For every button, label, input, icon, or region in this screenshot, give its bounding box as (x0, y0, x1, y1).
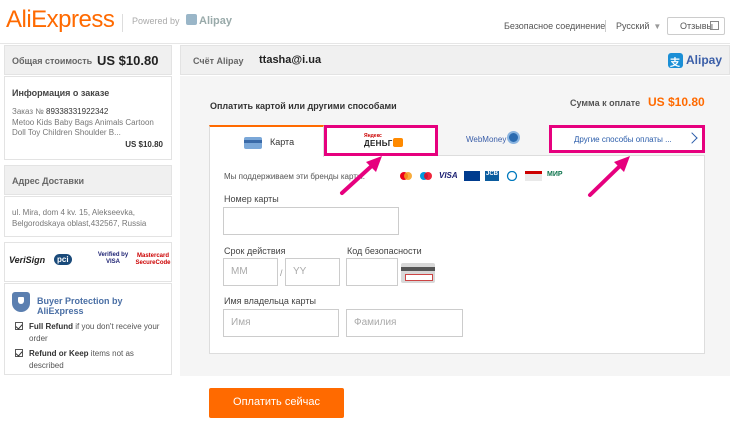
edit-icon (710, 21, 719, 30)
expiry-year-input[interactable]: YY (285, 258, 340, 286)
visa-logo: VISA (439, 171, 458, 180)
cvv-label: Код безопасности (347, 246, 422, 256)
top-header: AliExpress Powered by Alipay Безопасное … (0, 0, 730, 44)
shipping-address-title: Адрес Доставки (12, 176, 84, 186)
total-cost-box: Общая стоимость US $10.80 (4, 45, 172, 75)
account-label: Счёт Alipay (193, 56, 244, 66)
shipping-address-box: ul. Mira, dom 4 kv. 15, Alekseevka, Belg… (4, 196, 172, 237)
shield-icon (12, 292, 30, 312)
alipay-icon (668, 53, 683, 69)
mir-logo: МИР (547, 171, 563, 178)
order-info-title: Информация о заказе (12, 88, 110, 98)
annotation-arrow-icon (588, 156, 630, 197)
alipay-logo: Alipay (668, 52, 726, 70)
tab-webmoney[interactable]: WebMoney (466, 135, 506, 144)
chevron-right-icon (686, 132, 698, 144)
aliexpress-logo[interactable]: AliExpress (6, 6, 115, 34)
amount-due: US $10.80 (648, 95, 705, 109)
order-description: Metoo Kids Baby Bags Animals Cartoon Dol… (12, 118, 154, 137)
tab-other-methods[interactable]: Другие способы оплаты ... (549, 125, 705, 153)
tab-card[interactable]: Карта (209, 125, 324, 157)
refund-or-keep-item: Refund or Keep items not as described (15, 348, 165, 372)
wallet-icon (393, 138, 403, 147)
feedback-button[interactable]: Отзывы (667, 17, 725, 35)
buyer-protection-title: Buyer Protection by AliExpress (37, 296, 123, 316)
jcb-logo: JCB (485, 171, 500, 181)
diners-logo (506, 170, 518, 182)
total-amount: US $10.80 (97, 53, 159, 68)
mastercard-logo (399, 171, 413, 181)
amex-logo (464, 171, 480, 181)
discover-logo (525, 171, 542, 181)
account-email: ttasha@i.ua (259, 54, 322, 66)
annotation-arrow-icon (340, 156, 382, 195)
buyer-protection-box: Buyer Protection by AliExpress Full Refu… (4, 283, 172, 375)
verified-by-visa-badge: Verified by VISA (97, 252, 129, 265)
first-name-input[interactable]: Имя (223, 309, 339, 337)
full-refund-item: Full Refund if you don't receive your or… (15, 321, 165, 345)
total-label: Общая стоимость (12, 56, 93, 66)
card-number-input[interactable] (223, 207, 399, 235)
mastercard-securecode-badge: Mastercard SecureCode (135, 253, 171, 266)
order-info-box: Информация о заказе Заказ № 893383319223… (4, 76, 172, 160)
alipay-account-bar: Счёт Alipay ttasha@i.ua Alipay (180, 45, 730, 75)
chevron-down-icon: ▼ (653, 22, 662, 31)
pci-badge: pci (54, 254, 72, 265)
pay-now-button[interactable]: Оплатить сейчас (209, 388, 344, 418)
expiry-month-input[interactable]: MM (223, 258, 278, 286)
checkbox-icon (15, 322, 23, 330)
header-separator (605, 20, 606, 32)
powered-alipay-logo: Alipay (186, 14, 232, 27)
webmoney-globe-icon (507, 131, 520, 144)
header-divider (122, 14, 123, 32)
powered-by-text: Powered by (132, 16, 180, 26)
card-number-label: Номер карты (224, 194, 279, 204)
last-name-input[interactable]: Фамилия (346, 309, 463, 337)
secure-connection-link[interactable]: Безопасное соединение (504, 21, 605, 31)
amount-due-label: Сумма к оплате (570, 98, 641, 108)
shipping-address-header: Адрес Доставки (4, 165, 172, 195)
order-number: Заказ № 89338331922342 (12, 107, 109, 116)
cardholder-label: Имя владельца карты (224, 296, 316, 306)
expiry-separator: / (280, 268, 283, 278)
card-back-icon (401, 263, 435, 283)
security-badges: VeriSign pci Verified by VISA Mastercard… (4, 242, 172, 282)
language-selector[interactable]: Русский ▼ (616, 21, 661, 31)
checkbox-icon (15, 349, 23, 357)
payment-title: Оплатить картой или другими способами (210, 101, 397, 111)
credit-card-icon (244, 137, 262, 149)
verisign-badge: VeriSign (9, 255, 46, 265)
tab-yandex-money[interactable]: Яндекс ДЕНЬГИ (324, 125, 438, 156)
shipping-address-text: ul. Mira, dom 4 kv. 15, Alekseevka, Belg… (12, 208, 147, 228)
order-price: US $10.80 (125, 140, 163, 149)
expiry-label: Срок действия (224, 246, 286, 256)
maestro-logo (419, 171, 433, 181)
alipay-icon (186, 14, 197, 25)
cvv-input[interactable] (346, 258, 398, 286)
